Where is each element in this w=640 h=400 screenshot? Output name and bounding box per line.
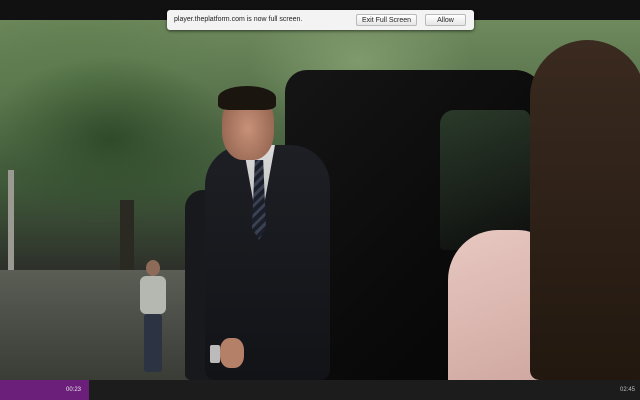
boy-head xyxy=(146,260,160,276)
man-hand xyxy=(220,338,244,368)
fullscreen-message: player.theplatform.com is now full scree… xyxy=(174,16,303,23)
progress-bar[interactable] xyxy=(0,380,640,400)
lamp-post xyxy=(8,170,14,280)
woman-hair xyxy=(530,40,640,380)
boy-in-background xyxy=(138,260,168,375)
fullscreen-notification: player.theplatform.com is now full scree… xyxy=(167,10,474,30)
car-window xyxy=(440,110,530,250)
video-player[interactable] xyxy=(0,20,640,380)
tree-trunk xyxy=(120,200,134,280)
man-hair xyxy=(218,86,276,110)
boy-legs xyxy=(144,314,162,372)
exit-full-screen-button[interactable]: Exit Full Screen xyxy=(356,14,417,26)
allow-button[interactable]: Allow xyxy=(425,14,466,26)
duration: 02:45 xyxy=(619,387,635,393)
video-frame xyxy=(0,20,640,380)
control-bar: 00:23 02:45 xyxy=(0,380,640,400)
current-time: 00:23 xyxy=(66,387,82,393)
boy-shirt xyxy=(140,276,166,314)
phone-in-hand xyxy=(210,345,220,363)
